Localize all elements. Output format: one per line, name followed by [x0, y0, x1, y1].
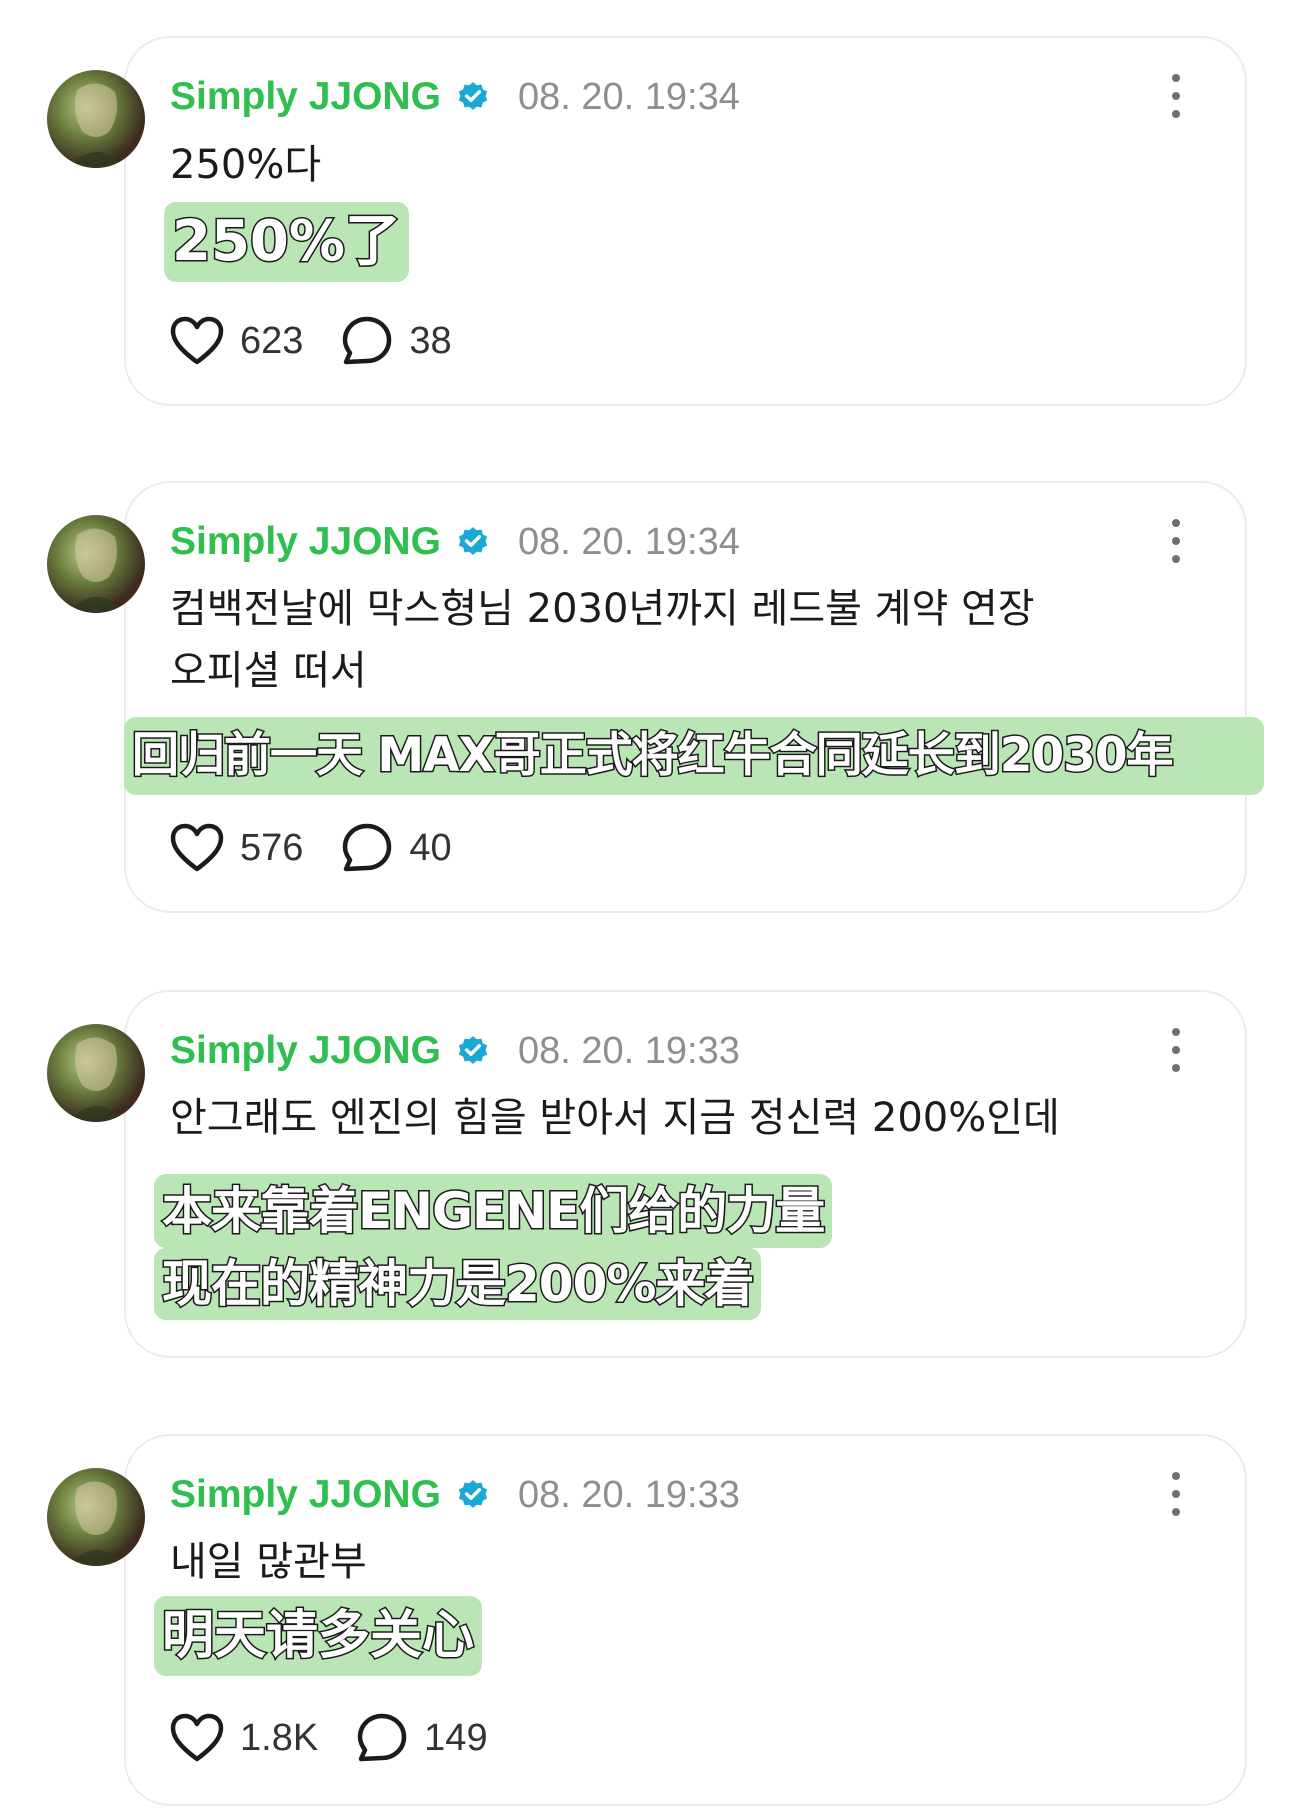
timestamp: 08. 20. 19:33	[518, 1474, 740, 1516]
username[interactable]: Simply JJONG	[170, 1029, 441, 1073]
avatar[interactable]	[47, 70, 145, 168]
like-count: 623	[240, 319, 304, 362]
post-stats: 623 38	[170, 313, 452, 369]
comment-count: 38	[409, 319, 452, 362]
verified-badge-icon	[458, 82, 488, 110]
speech-bubble-icon	[357, 1713, 407, 1762]
more-vertical-icon[interactable]	[1170, 1028, 1182, 1072]
speech-bubble-icon	[343, 823, 392, 872]
like-button[interactable]: 576	[170, 823, 303, 873]
post-stats: 1.8K 149	[170, 1710, 488, 1766]
timestamp: 08. 20. 19:33	[518, 1030, 740, 1072]
more-vertical-icon[interactable]	[1170, 74, 1182, 118]
comment-button[interactable]: 149	[356, 1712, 488, 1764]
like-button[interactable]: 623	[170, 316, 303, 366]
translation-caption: 本来靠着ENGENE们给的力量	[154, 1174, 833, 1248]
post-text: 컴백전날에 막스형님 2030년까지 레드불 계약 연장 오피셜 떠서	[170, 586, 1035, 694]
avatar[interactable]	[47, 1024, 145, 1122]
verified-badge-icon	[458, 1480, 488, 1508]
like-count: 576	[240, 826, 304, 869]
translation-caption: 250%了	[164, 202, 410, 282]
post-stats: 576 40	[170, 820, 452, 876]
speech-bubble-icon	[343, 316, 392, 365]
comment-count: 149	[424, 1716, 488, 1759]
more-vertical-icon[interactable]	[1170, 1472, 1182, 1516]
like-button[interactable]: 1.8K	[170, 1713, 318, 1763]
post-text: 내일 많관부	[170, 1539, 367, 1585]
comment-button[interactable]: 38	[341, 315, 452, 367]
post-text: 250%다	[170, 142, 322, 188]
avatar[interactable]	[47, 1468, 145, 1566]
translation-caption: 现在的精神力是200%来着	[154, 1248, 762, 1320]
verified-badge-icon	[458, 527, 488, 555]
username[interactable]: Simply JJONG	[170, 1473, 441, 1517]
more-vertical-icon[interactable]	[1170, 519, 1182, 563]
translation-caption: 明天请多关心	[154, 1596, 483, 1676]
verified-badge-icon	[458, 1036, 488, 1064]
username[interactable]: Simply JJONG	[170, 75, 441, 119]
like-count: 1.8K	[240, 1716, 319, 1759]
timestamp: 08. 20. 19:34	[518, 76, 740, 118]
avatar[interactable]	[47, 515, 145, 613]
comment-count: 40	[409, 826, 452, 869]
heart-icon	[170, 823, 224, 872]
heart-icon	[170, 1713, 224, 1762]
username[interactable]: Simply JJONG	[170, 520, 441, 564]
timestamp: 08. 20. 19:34	[518, 521, 740, 563]
translation-caption: 回归前一天 MAX哥正式将红牛合同延长到2030年	[124, 717, 1264, 795]
comment-button[interactable]: 40	[341, 822, 452, 874]
heart-icon	[170, 316, 224, 365]
post-text: 안그래도 엔진의 힘을 받아서 지금 정신력 200%인데	[170, 1095, 1060, 1141]
